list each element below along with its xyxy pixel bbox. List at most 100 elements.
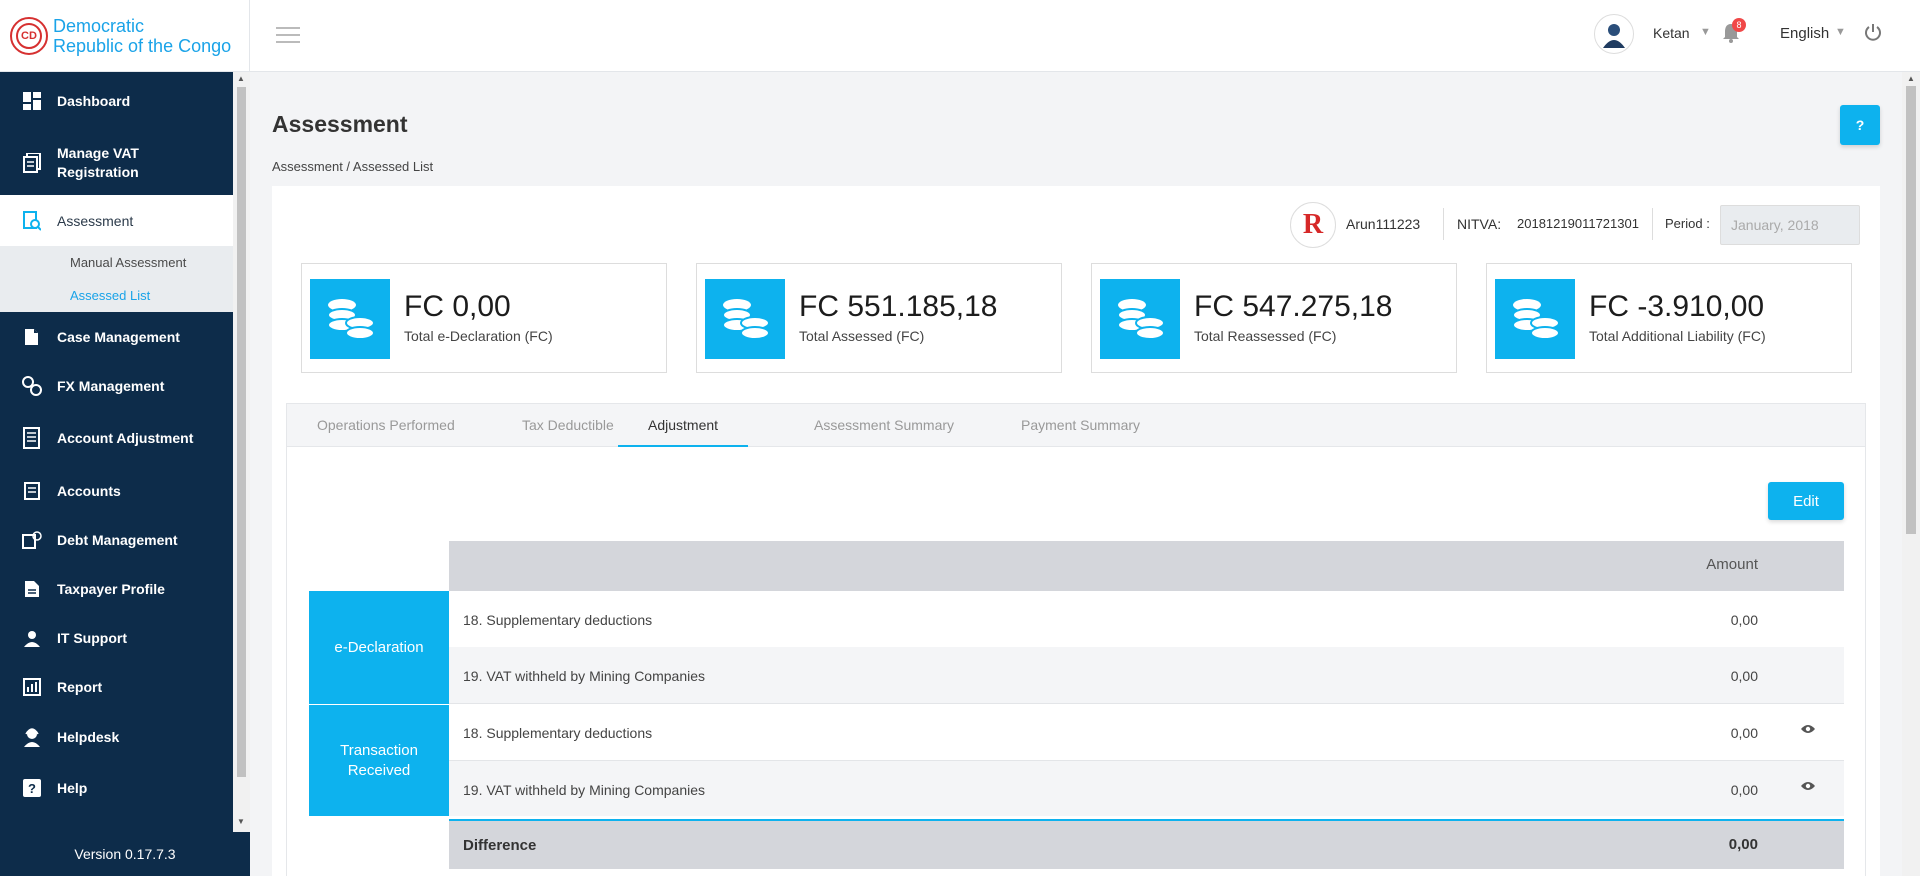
stat-value: FC 547.275,18 (1194, 290, 1393, 323)
eye-icon[interactable] (1800, 779, 1816, 791)
sidebar-item-label: Debt Management (57, 531, 178, 548)
difference-amount: 0,00 (1728, 836, 1758, 853)
scroll-up-arrow-icon[interactable]: ▲ (1907, 74, 1915, 83)
sidebar-item-fx-management[interactable]: FX Management (0, 361, 233, 410)
avatar[interactable] (1594, 14, 1634, 54)
sidebar-item-label-line2: Registration (57, 163, 139, 180)
sidebar-item-help[interactable]: ? Help (0, 763, 233, 813)
stat-value: FC 0,00 (404, 290, 511, 323)
sidebar-item-debt-management[interactable]: Debt Management (0, 515, 233, 564)
sidebar-item-dashboard[interactable]: Dashboard (0, 72, 233, 130)
coins-icon (310, 279, 390, 359)
sidebar-item-label: Account Adjustment (57, 430, 194, 446)
dashboard-icon (22, 91, 42, 111)
sidebar-item-label: Dashboard (57, 93, 131, 109)
row-label: 19. VAT withheld by Mining Companies (463, 782, 706, 798)
row-amount: 0,00 (1730, 612, 1758, 628)
brand-logo-mark: CD (16, 22, 42, 49)
main-scrollbar[interactable]: ▲ (1902, 72, 1920, 876)
eye-icon[interactable] (1800, 722, 1816, 734)
group-label: Transaction Received (340, 741, 418, 781)
sidebar-scrollbar[interactable]: ▲ ▼ (233, 72, 250, 832)
sidebar-item-taxpayer-profile[interactable]: Taxpayer Profile (0, 564, 233, 613)
brand[interactable]: CD Democratic Republic of the Congo (0, 0, 250, 72)
edit-button[interactable]: Edit (1768, 482, 1844, 520)
stat-card-total-reassessed: FC 547.275,18 Total Reassessed (FC) (1091, 263, 1457, 373)
main-scrollbar-thumb[interactable] (1906, 86, 1916, 534)
divider (1443, 208, 1444, 240)
tab-tax-deductible[interactable]: Tax Deductible (522, 404, 614, 448)
coins-icon (1495, 279, 1575, 359)
tab-assessment-summary[interactable]: Assessment Summary (814, 404, 954, 448)
submenu-item-manual-assessment[interactable]: Manual Assessment (0, 246, 233, 279)
column-header-amount: Amount (1706, 556, 1758, 573)
chevron-down-icon[interactable]: ▼ (1700, 26, 1711, 38)
row-label: 18. Supplementary deductions (463, 725, 653, 741)
sidebar-item-label: Taxpayer Profile (57, 580, 165, 597)
sidebar-item-label: Case Management (57, 328, 180, 345)
helpdesk-icon (22, 727, 42, 747)
chevron-down-icon[interactable]: ▼ (1835, 26, 1846, 38)
sidebar-item-label: Assessment (57, 212, 134, 229)
difference-row: Difference 0,00 (449, 819, 1844, 869)
help-icon: ? (22, 778, 42, 798)
scroll-up-arrow-icon[interactable]: ▲ (237, 74, 245, 83)
sidebar-item-it-support[interactable]: IT Support (0, 613, 233, 662)
row-amount: 0,00 (1730, 725, 1758, 741)
sidebar-item-label: FX Management (57, 377, 165, 394)
stat-label: Total Assessed (FC) (799, 328, 925, 344)
language-selector[interactable]: English (1780, 25, 1829, 42)
stat-card-total-e-declaration: FC 0,00 Total e-Declaration (FC) (301, 263, 667, 373)
submenu-item-assessed-list[interactable]: Assessed List (0, 279, 233, 312)
row-label: 18. Supplementary deductions (463, 612, 653, 628)
sidebar-item-label: Manage VAT Registration (57, 144, 139, 182)
sidebar-item-case-management[interactable]: Case Management (0, 312, 233, 361)
tab-operations-performed[interactable]: Operations Performed (317, 404, 455, 448)
sidebar-scrollbar-thumb[interactable] (237, 87, 246, 777)
help-button[interactable]: ? (1840, 105, 1880, 145)
table-header: Amount (449, 541, 1844, 591)
period-input[interactable] (1720, 205, 1860, 245)
coins-icon (705, 279, 785, 359)
row-amount: 0,00 (1730, 782, 1758, 798)
breadcrumb: Assessment / Assessed List (272, 159, 434, 174)
brand-name: Democratic Republic of the Congo (53, 16, 231, 56)
case-icon (22, 327, 42, 347)
registration-icon (22, 152, 42, 173)
divider (1652, 208, 1653, 240)
notification-badge: 8 (1732, 18, 1746, 32)
page-title: Assessment (272, 111, 408, 137)
support-icon (22, 628, 42, 648)
table-row: 18. Supplementary deductions 0,00 (449, 591, 1844, 647)
sidebar-item-account-adjustment[interactable]: Account Adjustment (0, 410, 233, 466)
adjustment-icon (22, 427, 42, 449)
brand-name-line2: Republic of the Congo (53, 35, 232, 56)
sidebar-item-accounts[interactable]: Accounts (0, 466, 233, 515)
tab-adjustment[interactable]: Adjustment (618, 404, 749, 448)
scroll-down-arrow-icon[interactable]: ▼ (237, 817, 245, 826)
sidebar-item-label: Report (57, 678, 103, 695)
row-label: 19. VAT withheld by Mining Companies (463, 668, 706, 684)
sidebar-item-label: IT Support (57, 629, 127, 646)
sidebar-item-report[interactable]: Report (0, 662, 233, 711)
nitva-value: 20181219011721301 (1517, 216, 1639, 231)
tab-bar: Operations Performed Tax Deductible Adju… (286, 403, 1866, 448)
power-icon[interactable] (1864, 23, 1884, 43)
tab-payment-summary[interactable]: Payment Summary (1021, 404, 1140, 448)
group-transaction-received: Transaction Received (309, 704, 449, 816)
nitva-label: NITVA: (1457, 216, 1502, 232)
sidebar-item-helpdesk[interactable]: Helpdesk (0, 711, 233, 763)
sidebar-item-label-line1: Manage VAT (57, 144, 139, 161)
stat-card-total-additional-liability: FC -3.910,00 Total Additional Liability … (1486, 263, 1852, 373)
brand-name-line1: Democratic (53, 15, 145, 36)
menu-toggle-icon[interactable] (276, 27, 300, 43)
user-name[interactable]: Ketan (1653, 25, 1690, 41)
taxpayer-logo-mark: R (1302, 209, 1324, 240)
assessment-submenu: Manual Assessment Assessed List (0, 246, 233, 312)
table-row: 19. VAT withheld by Mining Companies 0,0… (449, 760, 1844, 816)
sidebar-item-manage-vat-registration[interactable]: Manage VAT Registration (0, 130, 233, 195)
sidebar-item-assessment[interactable]: Assessment (0, 195, 233, 246)
profile-icon (22, 579, 42, 599)
group-e-declaration: e-Declaration (309, 591, 449, 704)
brand-logo: CD (10, 16, 48, 55)
